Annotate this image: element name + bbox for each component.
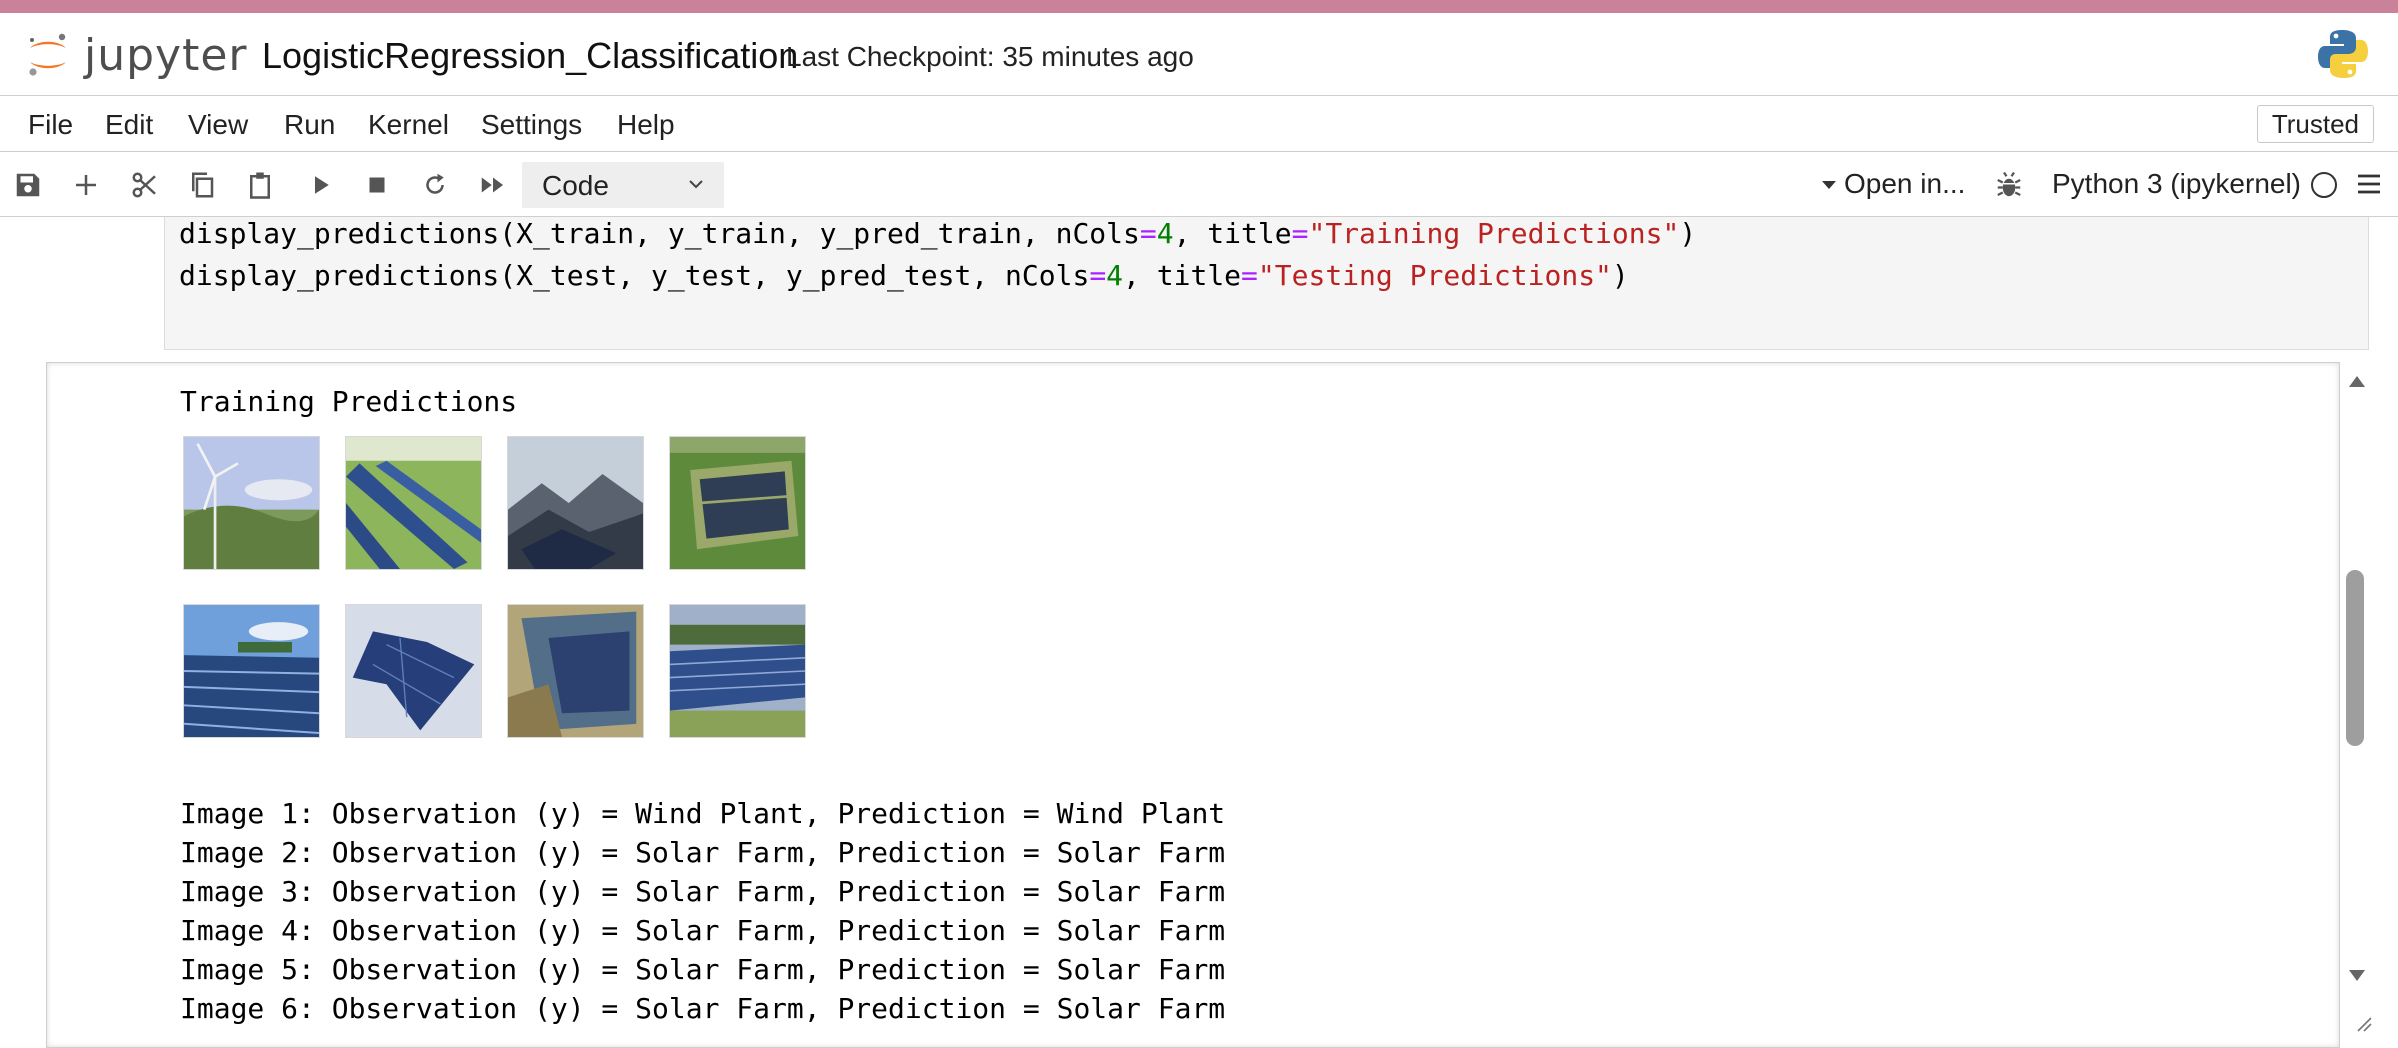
chevron-down-icon (689, 180, 703, 189)
code-token: display_predictions(X_test, y_test, y_pr… (179, 259, 1090, 292)
prediction-line: Image 6: Observation (y) = Solar Farm, P… (180, 992, 1226, 1025)
scroll-thumb[interactable] (2346, 570, 2364, 746)
menu-settings[interactable]: Settings (481, 109, 582, 141)
menu-help[interactable]: Help (617, 109, 675, 141)
stop-icon (369, 177, 385, 193)
run-cell-button[interactable] (300, 165, 340, 205)
resize-grip-icon[interactable] (2354, 1014, 2372, 1032)
paste-icon (250, 172, 270, 199)
aerial-solar-image (669, 436, 806, 570)
output-heading: Training Predictions (180, 385, 518, 418)
checkpoint-status: Last Checkpoint: 35 minutes ago (786, 41, 1194, 72)
solar-lake-image (507, 604, 644, 738)
scroll-up-arrow-icon[interactable] (2349, 376, 2365, 387)
scroll-down-arrow-icon[interactable] (2349, 970, 2365, 981)
kernel-idle-status-icon (2311, 172, 2337, 198)
kernel-name[interactable]: Python 3 (ipykernel) (2052, 168, 2301, 200)
top-accent-bar (0, 0, 2398, 13)
restart-icon (426, 173, 444, 194)
code-token: = (1139, 217, 1157, 250)
debugger-bug-icon[interactable] (1994, 170, 2024, 200)
copy-button[interactable] (182, 165, 222, 205)
code-line: display_predictions(X_test, y_test, y_pr… (179, 259, 1629, 292)
copy-icon (192, 172, 214, 198)
prediction-line: Image 4: Observation (y) = Solar Farm, P… (180, 914, 1226, 947)
jupyter-logo-icon (29, 33, 66, 76)
interrupt-kernel-button[interactable] (357, 165, 397, 205)
python-logo-icon (2318, 30, 2368, 78)
menu-edit[interactable]: Edit (105, 109, 153, 141)
menu-bar: File Edit View Run Kernel Settings Help … (0, 95, 2398, 152)
prediction-line: Image 3: Observation (y) = Solar Farm, P… (180, 875, 1226, 908)
solar-panels-sky-image (183, 604, 320, 738)
menu-run[interactable]: Run (284, 109, 335, 141)
cut-button[interactable] (125, 165, 165, 205)
code-token: 4 (1106, 259, 1124, 292)
trusted-indicator[interactable]: Trusted (2256, 105, 2374, 143)
header: jupyter LogisticRegression_Classificatio… (0, 13, 2398, 95)
cell-type-value: Code (542, 170, 609, 201)
code-token: "Testing Predictions" (1257, 259, 1612, 292)
code-token: , title (1123, 259, 1242, 292)
mountain-solar-image (507, 436, 644, 570)
jupyter-logo[interactable]: jupyter (24, 27, 248, 83)
solar-rows-image (669, 604, 806, 738)
floating-solar-image (345, 604, 482, 738)
code-token: = (1291, 217, 1309, 250)
add-cell-button[interactable] (66, 165, 106, 205)
prediction-line: Image 2: Observation (y) = Solar Farm, P… (180, 836, 1226, 869)
code-token: ) (1679, 217, 1697, 250)
restart-run-all-button[interactable] (473, 165, 513, 205)
solar-field-image (345, 436, 482, 570)
code-token: ) (1611, 259, 1629, 292)
code-token: "Training Predictions" (1308, 217, 1680, 250)
notebook-title[interactable]: LogisticRegression_Classification (262, 35, 798, 77)
menu-hamburger-icon[interactable] (2356, 172, 2382, 196)
code-line: display_predictions(X_train, y_train, y_… (179, 217, 1696, 250)
open-in-button[interactable]: Open in... (1820, 168, 1965, 200)
notebook-toolbar: Code Open in... Python 3 (ipykernel) (0, 152, 2398, 217)
menu-file[interactable]: File (28, 109, 73, 141)
code-token: , title (1173, 217, 1292, 250)
prediction-line: Image 1: Observation (y) = Wind Plant, P… (180, 797, 1226, 830)
fast-forward-icon (481, 177, 503, 193)
cell-output-area[interactable]: Training Predictions Image 1: Observatio… (46, 362, 2340, 1048)
save-icon (16, 173, 40, 197)
code-cell-editor[interactable]: display_predictions(X_train, y_train, y_… (164, 217, 2369, 350)
cell-type-select[interactable]: Code (522, 162, 724, 208)
code-token: 4 (1156, 217, 1174, 250)
menu-view[interactable]: View (188, 109, 248, 141)
jupyter-wordmark: jupyter (84, 29, 248, 81)
add-cell-icon (76, 175, 96, 195)
save-button[interactable] (8, 165, 48, 205)
prediction-line: Image 5: Observation (y) = Solar Farm, P… (180, 953, 1226, 986)
notebook-panel: display_predictions(X_train, y_train, y_… (0, 217, 2398, 1048)
wind-turbine-image (183, 436, 320, 570)
code-token: = (1241, 259, 1258, 292)
output-scrollbar[interactable] (2340, 362, 2370, 1048)
paste-button[interactable] (240, 165, 280, 205)
run-icon (315, 176, 329, 194)
cut-icon (132, 172, 156, 198)
code-token: = (1089, 259, 1107, 292)
menu-kernel[interactable]: Kernel (368, 109, 449, 141)
code-token: display_predictions(X_train, y_train, y_… (179, 217, 1140, 250)
restart-kernel-button[interactable] (415, 165, 455, 205)
